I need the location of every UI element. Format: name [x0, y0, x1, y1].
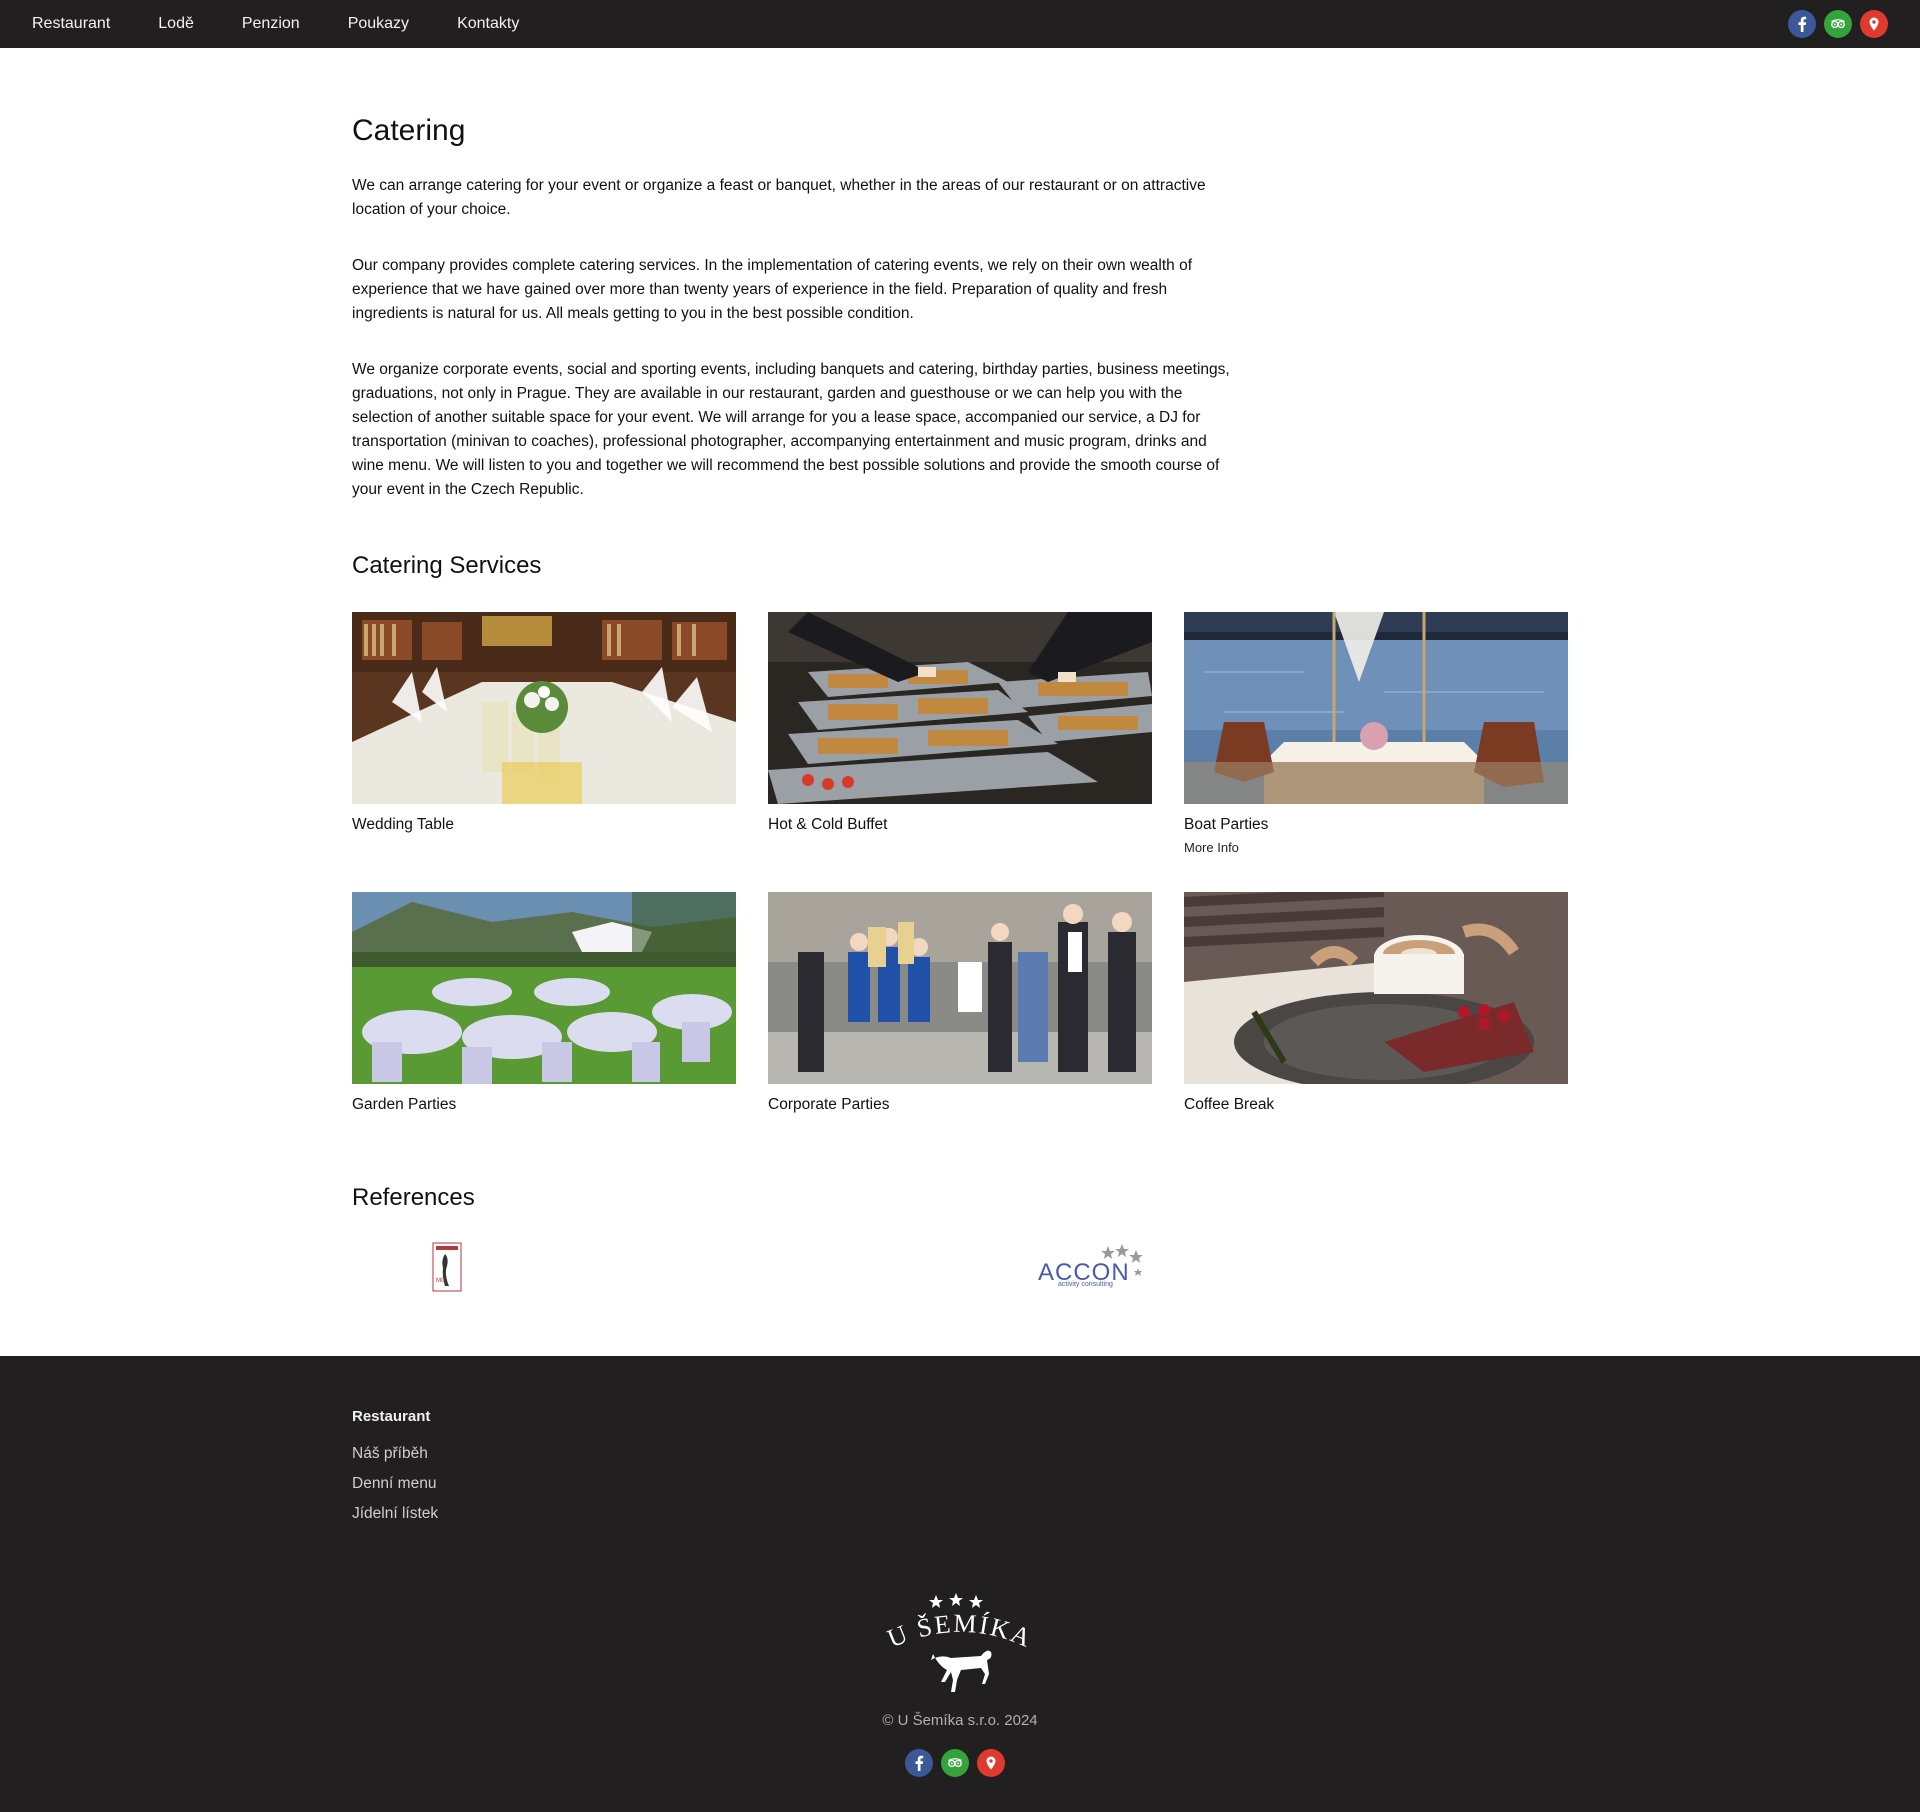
service-title: Garden Parties: [352, 1096, 457, 1113]
references-list: MC ACCON activity consulting: [352, 1242, 1568, 1302]
service-card-coffee-break[interactable]: Coffee Break: [1184, 892, 1568, 1114]
footer-link-nas-pribeh[interactable]: Náš příběh: [352, 1445, 438, 1463]
social-links-footer: [905, 1749, 1005, 1777]
intro-paragraph: We can arrange catering for your event o…: [352, 177, 1206, 218]
tripadvisor-icon[interactable]: [941, 1749, 969, 1777]
service-title: Boat Parties: [1184, 816, 1269, 833]
nav-item-kontakty[interactable]: Kontakty: [457, 15, 519, 33]
nav-item-lode[interactable]: Lodě: [158, 15, 194, 33]
nav-item-poukazy[interactable]: Poukazy: [348, 15, 409, 33]
garden-parties-image[interactable]: [352, 892, 736, 1084]
svg-text:MC: MC: [436, 1278, 446, 1284]
service-title: Hot & Cold Buffet: [768, 816, 888, 833]
map-pin-icon[interactable]: [977, 1749, 1005, 1777]
boat-parties-image[interactable]: [1184, 612, 1568, 804]
footer-link-jidelni-listek[interactable]: Jídelní lístek: [352, 1505, 438, 1523]
nav-item-restaurant[interactable]: Restaurant: [32, 15, 110, 33]
footer-restaurant-column: Restaurant Náš příběh Denní menu Jídelní…: [352, 1408, 438, 1535]
footer-column-heading: Restaurant: [352, 1408, 431, 1425]
u-semika-logo: U ŠEMÍKA: [876, 1592, 1044, 1712]
service-card-garden-parties[interactable]: Garden Parties: [352, 892, 736, 1114]
footer-link-denni-menu[interactable]: Denní menu: [352, 1475, 438, 1493]
top-navigation-bar: Restaurant Lodě Penzion Poukazy Kontakty: [0, 0, 1920, 48]
service-title: Corporate Parties: [768, 1096, 890, 1113]
nav-item-penzion[interactable]: Penzion: [242, 15, 300, 33]
main-nav: Restaurant Lodě Penzion Poukazy Kontakty: [32, 0, 567, 48]
more-info-link[interactable]: More Info: [1184, 840, 1568, 855]
events-paragraph: We organize corporate events, social and…: [352, 361, 1230, 498]
service-title: Coffee Break: [1184, 1096, 1275, 1113]
buffet-image[interactable]: [768, 612, 1152, 804]
service-card-buffet[interactable]: Hot & Cold Buffet: [768, 612, 1152, 834]
service-card-corporate-parties[interactable]: Corporate Parties: [768, 892, 1152, 1114]
map-pin-icon[interactable]: [1860, 10, 1888, 38]
copyright-text: © U Šemíka s.r.o. 2024: [882, 1712, 1038, 1729]
coffee-break-image[interactable]: [1184, 892, 1568, 1084]
company-paragraph: Our company provides complete catering s…: [352, 257, 1192, 322]
facebook-icon[interactable]: [1788, 10, 1816, 38]
wedding-table-image[interactable]: [352, 612, 736, 804]
reference-logo-1: MC: [432, 1242, 462, 1292]
footer: Restaurant Náš příběh Denní menu Jídelní…: [0, 1356, 1920, 1812]
facebook-icon[interactable]: [905, 1749, 933, 1777]
service-card-wedding-table[interactable]: Wedding Table: [352, 612, 736, 834]
svg-text:activity consulting: activity consulting: [1058, 1281, 1113, 1288]
corporate-parties-image[interactable]: [768, 892, 1152, 1084]
references-heading: References: [352, 1184, 475, 1211]
service-title: Wedding Table: [352, 816, 454, 833]
service-card-boat-parties[interactable]: Boat Parties More Info: [1184, 612, 1568, 855]
services-heading: Catering Services: [352, 552, 542, 579]
social-links-top: [1788, 10, 1888, 38]
svg-text:U ŠEMÍKA: U ŠEMÍKA: [883, 1609, 1037, 1654]
tripadvisor-icon[interactable]: [1824, 10, 1852, 38]
accon-logo: ACCON activity consulting: [1038, 1242, 1148, 1292]
page-title: Catering: [352, 114, 466, 147]
